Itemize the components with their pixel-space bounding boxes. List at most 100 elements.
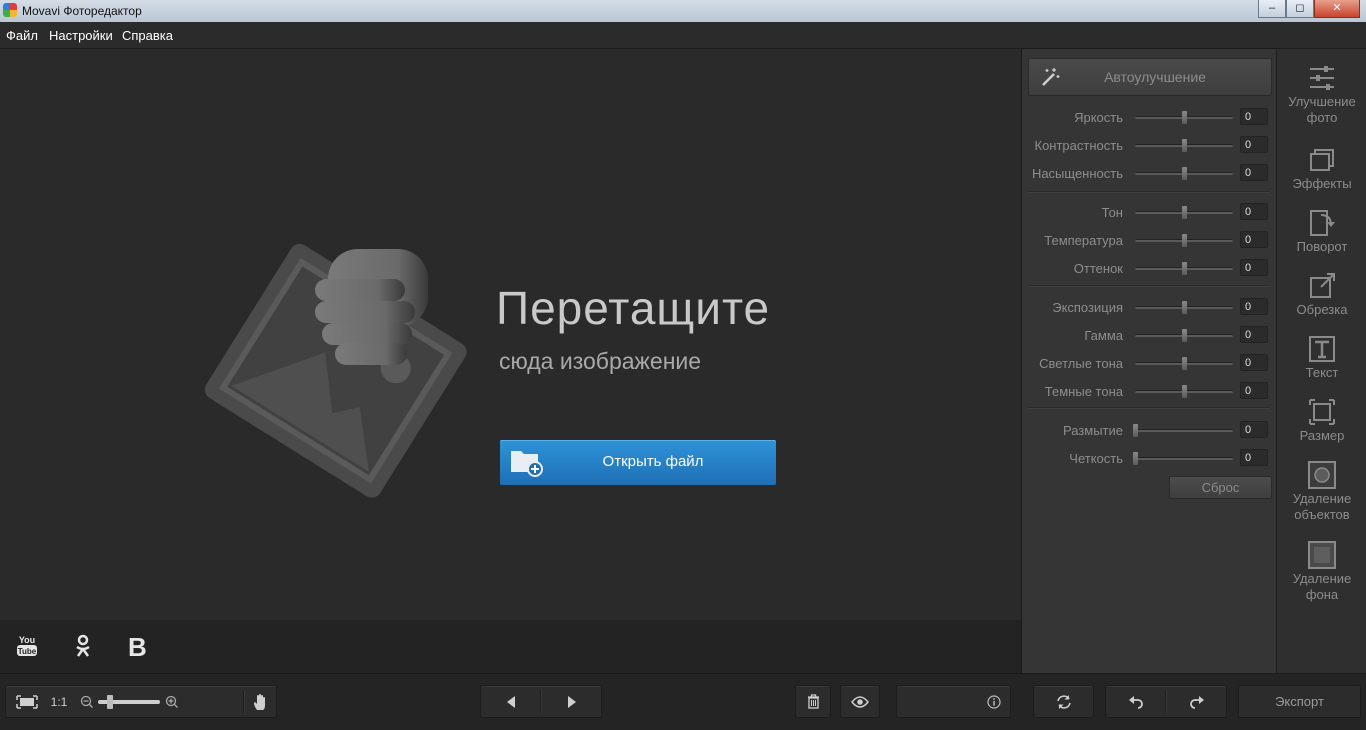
slider-thumb[interactable] (1182, 167, 1187, 180)
slider-value-field[interactable]: 0 (1240, 259, 1268, 276)
reset-button[interactable]: Сброс (1169, 476, 1272, 499)
maximize-button[interactable]: ◻ (1286, 0, 1314, 18)
zoom-in-icon[interactable] (165, 695, 178, 709)
slider-row: Насыщенность 0 (1022, 164, 1276, 184)
slider-label: Температура (1044, 233, 1123, 248)
previous-image-button[interactable] (481, 686, 540, 717)
remove-objects-icon (1308, 461, 1336, 489)
tool-label: Поворот (1296, 239, 1348, 254)
tool-text[interactable]: Текст (1277, 334, 1366, 380)
slider-track[interactable] (1135, 301, 1233, 314)
slider-track[interactable] (1135, 206, 1233, 219)
redo-icon (1189, 695, 1204, 709)
youtube-icon[interactable]: You Tube (16, 634, 38, 658)
slider-value-field[interactable]: 0 (1240, 203, 1268, 220)
preview-button[interactable] (841, 686, 879, 717)
export-button[interactable]: Экспорт (1238, 685, 1361, 718)
slider-value-field[interactable]: 0 (1240, 449, 1268, 466)
odnoklassniki-icon[interactable] (74, 634, 92, 658)
tool-label: Обрезка (1296, 302, 1348, 317)
auto-enhance-button[interactable]: Автоулучшение (1028, 58, 1272, 96)
slider-track[interactable] (1135, 385, 1233, 398)
slider-track[interactable] (1135, 234, 1233, 247)
crop-icon (1310, 273, 1335, 298)
delete-group (795, 685, 831, 718)
tool-label: Размер (1299, 428, 1345, 443)
open-file-label: Открыть файл (602, 453, 704, 470)
info-button[interactable] (981, 686, 1007, 717)
menu-settings[interactable]: Настройки (49, 28, 113, 43)
reset-changes-button[interactable] (1034, 686, 1093, 717)
tool-crop[interactable]: Обрезка (1277, 271, 1366, 317)
tool-rotate[interactable]: Поворот (1277, 208, 1366, 254)
slider-track[interactable] (1133, 424, 1233, 437)
slider-value-field[interactable]: 0 (1240, 231, 1268, 248)
zoom-group: 1:1 (5, 685, 277, 718)
arrow-left-icon (506, 695, 515, 708)
slider-track[interactable] (1133, 452, 1233, 465)
next-image-button[interactable] (542, 686, 601, 717)
slider-track[interactable] (1135, 111, 1233, 124)
menu-help[interactable]: Справка (122, 28, 173, 43)
slider-thumb[interactable] (1182, 111, 1187, 124)
tool-remove-objects[interactable]: Удаление объектов (1277, 460, 1366, 522)
slider-row: Контрастность 0 (1022, 136, 1276, 156)
close-button[interactable]: ✕ (1314, 0, 1360, 18)
window-title: Movavi Фоторедактор (22, 4, 142, 18)
slider-value-field[interactable]: 0 (1240, 421, 1268, 438)
slider-track[interactable] (1135, 357, 1233, 370)
slider-value-field[interactable]: 0 (1240, 354, 1268, 371)
slider-thumb[interactable] (1182, 234, 1187, 247)
slider-row: Гамма 0 (1022, 326, 1276, 346)
slider-thumb[interactable] (1182, 206, 1187, 219)
slider-track[interactable] (1135, 262, 1233, 275)
slider-track[interactable] (1135, 329, 1233, 342)
slider-value-field[interactable]: 0 (1240, 136, 1268, 153)
tool-remove-background[interactable]: Удаление фона (1277, 540, 1366, 602)
tool-label: объектов (1294, 507, 1350, 522)
bottom-toolbar: 1:1 Экспорт (0, 673, 1366, 730)
slider-track[interactable] (1135, 167, 1233, 180)
slider-value-field[interactable]: 0 (1240, 326, 1268, 343)
separator (1028, 285, 1270, 287)
slider-value-field[interactable]: 0 (1240, 382, 1268, 399)
slider-label: Четкость (1069, 451, 1123, 466)
tool-effects[interactable]: Эффекты (1277, 145, 1366, 191)
slider-thumb[interactable] (1133, 452, 1138, 465)
slider-thumb[interactable] (1182, 262, 1187, 275)
auto-enhance-label: Автоулучшение (1104, 69, 1206, 85)
slider-thumb[interactable] (1182, 357, 1187, 370)
minimize-button[interactable]: ‒ (1258, 0, 1286, 18)
undo-button[interactable] (1106, 686, 1165, 717)
slider-thumb[interactable] (1133, 424, 1138, 437)
tool-enhance-photo[interactable]: Улучшение фото (1277, 63, 1366, 125)
zoom-slider-thumb[interactable] (107, 694, 114, 709)
open-file-button[interactable]: Открыть файл (500, 440, 776, 485)
slider-value-field[interactable]: 0 (1240, 108, 1268, 125)
slider-thumb[interactable] (1182, 301, 1187, 314)
slider-label: Размытие (1062, 423, 1123, 438)
slider-thumb[interactable] (1182, 329, 1187, 342)
tool-resize[interactable]: Размер (1277, 397, 1366, 443)
drop-zone[interactable]: Перетащите сюда изображение Открыть файл (0, 49, 1021, 620)
slider-row: Темные тона 0 (1022, 382, 1276, 402)
sliders-icon (1310, 66, 1334, 90)
separator (243, 690, 245, 713)
slider-value-field[interactable]: 0 (1240, 164, 1268, 181)
fit-to-screen-button[interactable] (12, 686, 42, 717)
zoom-out-icon[interactable] (80, 695, 93, 709)
slider-thumb[interactable] (1182, 385, 1187, 398)
pan-hand-button[interactable] (246, 686, 276, 717)
redo-button[interactable] (1167, 686, 1226, 717)
tool-label: фото (1306, 110, 1338, 125)
vkontakte-icon[interactable]: B (128, 632, 147, 663)
app-logo-icon (3, 3, 17, 17)
slider-value-field[interactable]: 0 (1240, 298, 1268, 315)
slider-track[interactable] (1135, 139, 1233, 152)
delete-button[interactable] (796, 686, 830, 717)
slider-thumb[interactable] (1182, 139, 1187, 152)
actual-size-button[interactable]: 1:1 (46, 686, 72, 717)
menu-file[interactable]: Файл (6, 28, 38, 43)
zoom-slider[interactable] (96, 686, 162, 717)
slider-row: Тон 0 (1022, 203, 1276, 223)
